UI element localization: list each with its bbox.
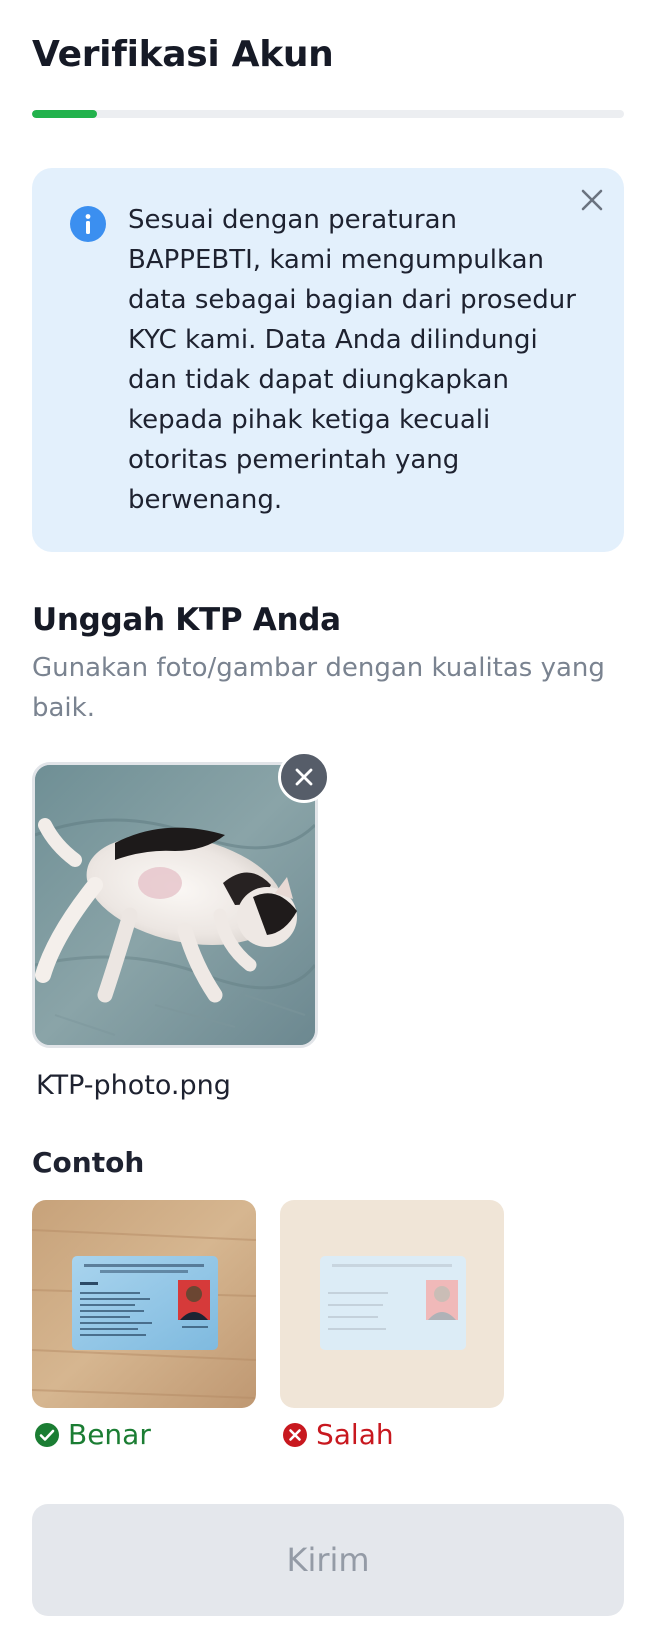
ktp-example-correct-image [32, 1200, 256, 1408]
progress-bar [32, 110, 624, 118]
submit-button[interactable]: Kirim [32, 1504, 624, 1616]
close-icon [295, 768, 313, 786]
example-label-wrong-text: Salah [316, 1418, 394, 1451]
info-banner-text: Sesuai dengan peraturan BAPPEBTI, kami m… [128, 205, 576, 515]
info-icon [70, 206, 106, 242]
uploaded-image-preview[interactable] [32, 762, 318, 1048]
ktp-example-wrong-image [280, 1200, 504, 1408]
uploaded-photo [35, 765, 315, 1045]
upload-subtitle: Gunakan foto/gambar dengan kualitas yang… [32, 653, 605, 723]
example-label-correct: Benar [34, 1418, 151, 1451]
remove-image-button[interactable] [278, 751, 330, 803]
progress-fill [32, 110, 98, 118]
check-circle-icon [35, 1422, 59, 1447]
upload-title: Unggah KTP Anda [32, 602, 341, 638]
uploaded-file-name: KTP-photo.png [36, 1070, 231, 1101]
example-label-correct-text: Benar [68, 1418, 151, 1451]
example-image-wrong [280, 1200, 504, 1408]
info-banner: Sesuai dengan peraturan BAPPEBTI, kami m… [32, 168, 624, 552]
examples-title: Contoh [32, 1146, 145, 1179]
page-title: Verifikasi Akun [32, 34, 334, 75]
example-image-correct [32, 1200, 256, 1408]
example-label-wrong: Salah [282, 1418, 394, 1451]
x-circle-icon [283, 1422, 307, 1447]
